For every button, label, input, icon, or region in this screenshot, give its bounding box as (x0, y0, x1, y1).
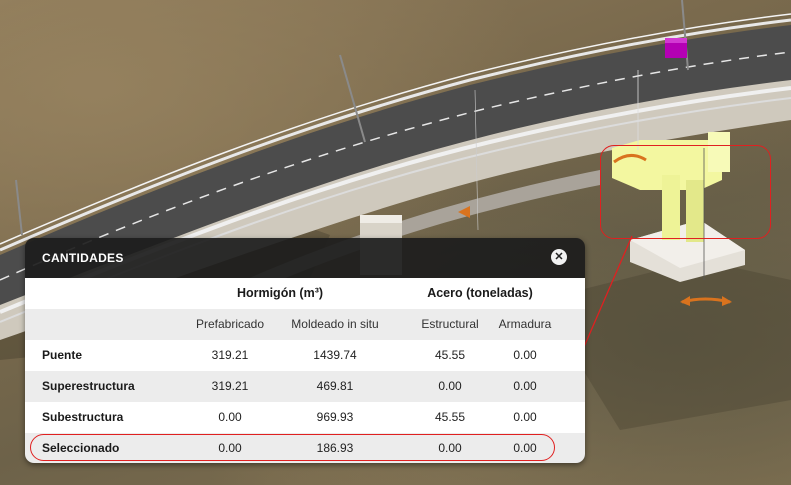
rebar-value: 0.00 (513, 348, 537, 362)
panel-header: CANTIDADES ✕ (25, 238, 585, 278)
cast-in-place-header: Moldeado in situ (291, 317, 379, 331)
selected-row-highlight (30, 434, 555, 461)
row-label: Puente (42, 348, 83, 362)
cast-in-place-value: 469.81 (316, 379, 354, 393)
rebar-value: 0.00 (513, 379, 537, 393)
panel-title: CANTIDADES (42, 251, 124, 265)
steel-header: Acero (toneladas) (427, 286, 533, 300)
group-header-row: Hormigón (m³) Acero (toneladas) (25, 278, 585, 309)
selection-highlight-box (600, 145, 771, 239)
cast-in-place-value: 969.93 (316, 410, 354, 424)
table-row: Puente 319.21 1439.74 45.55 0.00 (25, 340, 585, 371)
cast-in-place-value: 1439.74 (313, 348, 357, 362)
quantities-panel: CANTIDADES ✕ Hormigón (m³) Acero (tonela… (25, 238, 585, 463)
row-label: Subestructura (42, 410, 124, 424)
sub-header-row: Prefabricado Moldeado in situ Estructura… (25, 309, 585, 340)
precast-value: 319.21 (211, 379, 249, 393)
row-label: Superestructura (42, 379, 135, 393)
table-row: Subestructura 0.00 969.93 45.55 0.00 (25, 402, 585, 433)
rebar-header: Armadura (498, 317, 552, 331)
rebar-value: 0.00 (513, 410, 537, 424)
precast-value: 319.21 (211, 348, 249, 362)
precast-value: 0.00 (218, 410, 242, 424)
table-row: Superestructura 319.21 469.81 0.00 0.00 (25, 371, 585, 402)
concrete-header: Hormigón (m³) (236, 286, 324, 300)
close-button[interactable]: ✕ (551, 249, 567, 265)
precast-header: Prefabricado (195, 317, 265, 331)
